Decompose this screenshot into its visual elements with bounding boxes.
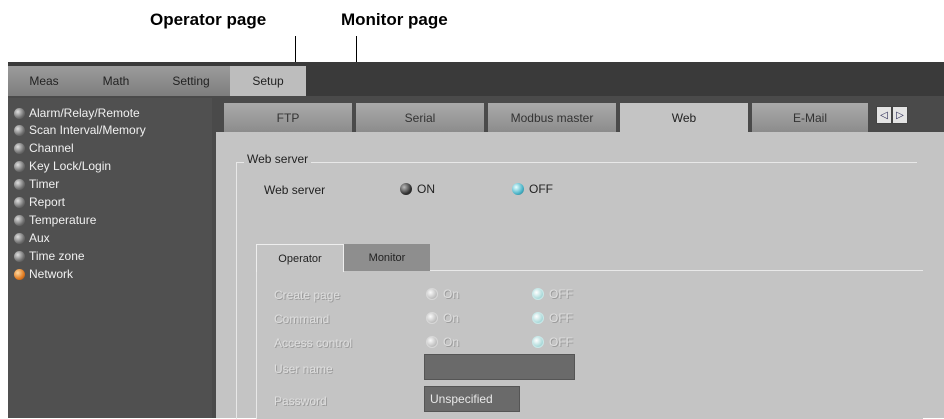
radio-icon [426, 312, 438, 324]
sidebar-item-label: Key Lock/Login [29, 159, 112, 173]
app-window: Meas Math Setting Setup Alarm/Relay/Remo… [8, 62, 944, 419]
radio-label: OFF [549, 311, 573, 325]
sidebar-item-temperature[interactable]: Temperature [14, 211, 96, 229]
create-page-label: Create page [274, 288, 341, 302]
status-dot-icon [14, 196, 25, 208]
sidebar-item-time-zone[interactable]: Time zone [14, 247, 85, 265]
sidebar-item-label: Alarm/Relay/Remote [29, 106, 140, 120]
sidebar-item-label: Report [29, 195, 66, 209]
create-page-off-radio[interactable]: OFF [532, 287, 573, 301]
tab-ftp[interactable]: FTP [224, 103, 352, 132]
operator-page-panel [256, 270, 923, 419]
sidebar-item-label: Timer [29, 177, 60, 191]
sidebar-item-label: Channel [29, 141, 74, 155]
scroll-right-icon[interactable]: ▷ [892, 106, 908, 124]
sidebar-item-label: Scan Interval/Memory [29, 123, 146, 137]
radio-icon [532, 312, 544, 324]
network-subtab-strip: FTP Serial Modbus master Web E-Mail ◁ ▷ [216, 98, 944, 132]
operator-page-callout: Operator page [150, 10, 267, 29]
status-dot-icon [14, 142, 25, 154]
tab-serial[interactable]: Serial [356, 103, 484, 132]
user-name-field[interactable] [424, 354, 575, 380]
create-page-on-radio[interactable]: On [426, 287, 459, 301]
tab-setup[interactable]: Setup [230, 66, 306, 96]
sidebar-item-label: Network [29, 267, 74, 281]
sidebar-item-scan-interval-memory[interactable]: Scan Interval/Memory [14, 121, 146, 139]
status-dot-icon [14, 178, 25, 190]
setup-sidebar: Alarm/Relay/Remote Scan Interval/Memory … [8, 98, 212, 418]
status-dot-icon [14, 232, 25, 244]
tab-setting[interactable]: Setting [152, 66, 230, 96]
radio-label: ON [417, 182, 435, 196]
status-dot-icon [14, 250, 25, 262]
status-dot-icon [14, 107, 25, 119]
status-dot-icon [14, 124, 25, 136]
password-field[interactable]: Unspecified [424, 386, 520, 412]
radio-icon [532, 288, 544, 300]
sidebar-item-aux[interactable]: Aux [14, 229, 50, 247]
status-dot-icon [14, 214, 25, 226]
web-server-group-title: Web server [244, 152, 312, 166]
radio-icon [512, 183, 524, 195]
web-server-on-radio[interactable]: ON [400, 182, 435, 196]
network-settings-panel: FTP Serial Modbus master Web E-Mail ◁ ▷ … [216, 98, 944, 419]
access-control-on-radio[interactable]: On [426, 335, 459, 349]
access-control-label: Access control [274, 336, 353, 350]
sidebar-item-network[interactable]: Network [14, 265, 73, 283]
tab-email[interactable]: E-Mail [752, 103, 868, 132]
command-off-radio[interactable]: OFF [532, 311, 573, 325]
command-on-radio[interactable]: On [426, 311, 459, 325]
user-name-label: User name [274, 362, 333, 376]
sidebar-item-timer[interactable]: Timer [14, 175, 59, 193]
web-server-off-radio[interactable]: OFF [512, 182, 553, 196]
tab-modbus-master[interactable]: Modbus master [488, 103, 616, 132]
radio-label: On [443, 335, 460, 349]
sidebar-item-alarm-relay-remote[interactable]: Alarm/Relay/Remote [14, 104, 140, 122]
top-tab-bar: Meas Math Setting Setup [8, 62, 944, 96]
sidebar-item-label: Time zone [29, 249, 85, 263]
radio-icon [400, 183, 412, 195]
radio-label: On [443, 311, 460, 325]
radio-label: OFF [529, 182, 553, 196]
access-control-off-radio[interactable]: OFF [532, 335, 573, 349]
sidebar-item-channel[interactable]: Channel [14, 139, 74, 157]
password-label: Password [274, 394, 327, 408]
monitor-page-callout: Monitor page [341, 10, 448, 29]
radio-label: OFF [549, 335, 573, 349]
sidebar-item-key-lock-login[interactable]: Key Lock/Login [14, 157, 111, 175]
status-dot-icon [14, 160, 25, 172]
sidebar-item-label: Aux [29, 231, 50, 245]
scroll-left-icon[interactable]: ◁ [876, 106, 892, 124]
tab-web[interactable]: Web [620, 103, 748, 132]
tab-math[interactable]: Math [80, 66, 152, 96]
tab-operator[interactable]: Operator [256, 244, 344, 272]
active-dot-icon [14, 268, 25, 280]
tab-monitor[interactable]: Monitor [344, 244, 430, 271]
radio-icon [532, 336, 544, 348]
sidebar-item-label: Temperature [29, 213, 97, 227]
radio-label: On [443, 287, 460, 301]
web-server-label: Web server [264, 183, 326, 197]
radio-icon [426, 288, 438, 300]
sidebar-item-report[interactable]: Report [14, 193, 65, 211]
command-label: Command [274, 312, 330, 326]
radio-label: OFF [549, 287, 573, 301]
radio-icon [426, 336, 438, 348]
tab-meas[interactable]: Meas [8, 66, 80, 96]
